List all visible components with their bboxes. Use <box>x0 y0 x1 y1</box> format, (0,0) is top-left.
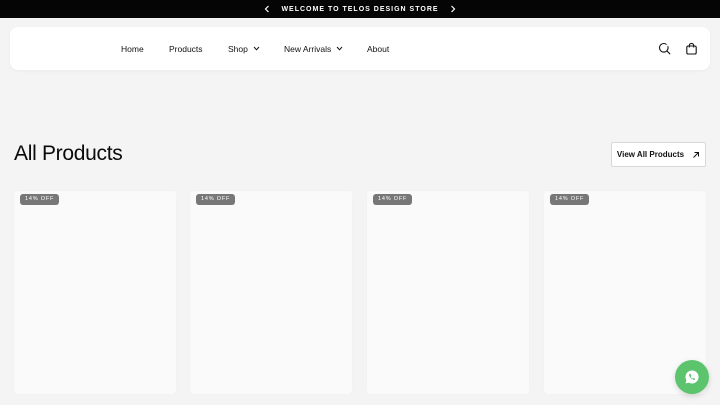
nav-item-home[interactable]: Home <box>121 27 144 70</box>
nav-item-label: New Arrivals <box>284 43 332 54</box>
product-card[interactable]: 14% OFF <box>190 191 352 394</box>
section-title: All Products <box>14 142 123 165</box>
header-actions <box>658 27 698 70</box>
nav-item-shop[interactable]: Shop <box>228 27 260 70</box>
view-all-products-button[interactable]: View All Products <box>611 142 706 167</box>
product-card[interactable]: 14% OFF <box>14 191 176 394</box>
discount-badge: 14% OFF <box>373 194 413 205</box>
nav-item-new-arrivals[interactable]: New Arrivals <box>284 27 343 70</box>
chevron-down-icon <box>253 46 260 51</box>
discount-badge: 14% OFF <box>20 194 60 205</box>
discount-badge: 14% OFF <box>196 194 236 205</box>
nav-item-label: About <box>367 43 390 54</box>
nav-item-label: Home <box>121 43 144 54</box>
announcement-bar: WELCOME TO TELOS DESIGN STORE <box>0 0 720 18</box>
site-header: Home Products Shop New Arrivals About <box>10 27 710 70</box>
view-all-label: View All Products <box>616 150 685 159</box>
main-nav: Home Products Shop New Arrivals About <box>10 27 710 70</box>
whatsapp-chat-button[interactable] <box>675 360 709 394</box>
chevron-down-icon <box>336 46 343 51</box>
chevron-right-icon[interactable] <box>443 0 463 18</box>
nav-item-products[interactable]: Products <box>169 27 203 70</box>
nav-item-label: Products <box>169 43 203 54</box>
arrow-up-right-icon <box>692 151 700 159</box>
shopping-bag-icon[interactable] <box>685 42 698 55</box>
search-icon[interactable] <box>658 42 671 55</box>
whatsapp-icon <box>684 369 700 385</box>
chevron-left-icon[interactable] <box>257 0 277 18</box>
product-card[interactable]: 14% OFF <box>367 191 529 394</box>
nav-item-about[interactable]: About <box>367 27 389 70</box>
announcement-message: WELCOME TO TELOS DESIGN STORE <box>281 5 439 13</box>
nav-item-label: Shop <box>228 43 248 54</box>
discount-badge: 14% OFF <box>550 194 590 205</box>
